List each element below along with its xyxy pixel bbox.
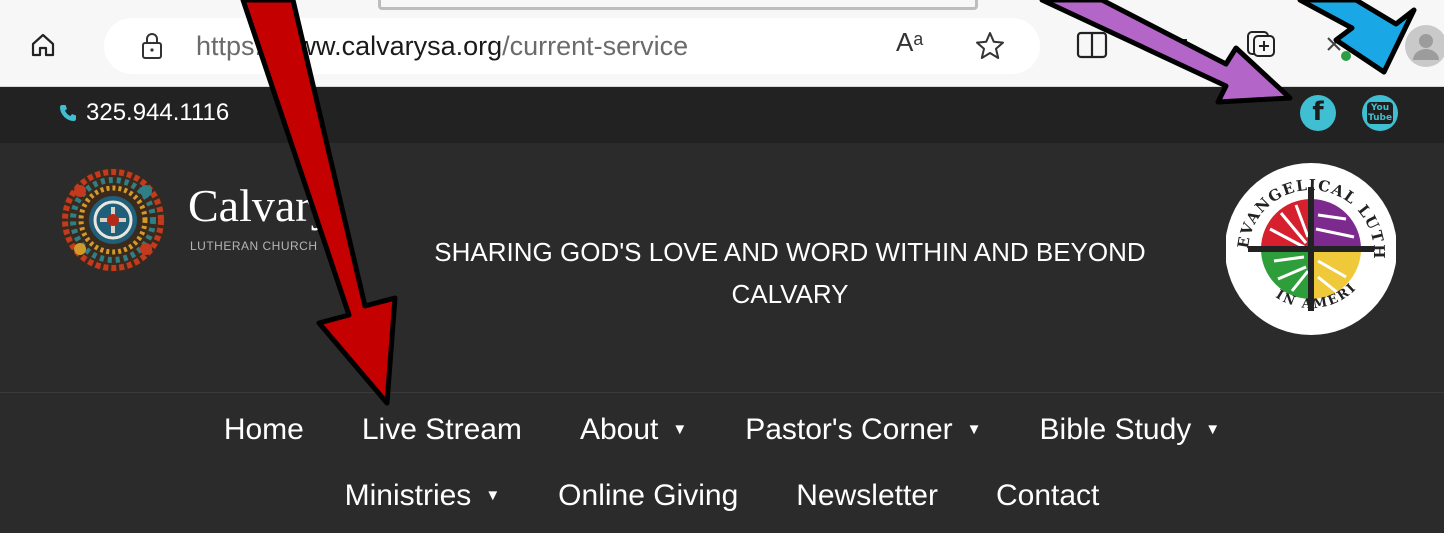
phone-icon bbox=[60, 105, 76, 121]
nav-item-label: Ministries bbox=[344, 479, 472, 512]
profile-icon[interactable] bbox=[1404, 24, 1444, 68]
nav-row: Ministries ▼ Online Giving Newsletter Con… bbox=[0, 479, 1444, 513]
nav-item-newsletter[interactable]: Newsletter bbox=[796, 479, 938, 513]
main-navigation: Home Live Stream About ▼ Pastor's Corner ▼… bbox=[0, 393, 1444, 533]
dropdown-caret-icon[interactable]: ▼ bbox=[967, 421, 982, 438]
phone-number[interactable]: 325.944.1116 bbox=[86, 99, 229, 127]
dropdown-caret-icon[interactable]: ▼ bbox=[672, 421, 687, 438]
youtube-icon[interactable]: You Tube bbox=[1362, 95, 1398, 131]
dropdown-caret-icon[interactable]: ▼ bbox=[1205, 421, 1220, 438]
facebook-glyph: f bbox=[1312, 97, 1324, 127]
youtube-glyph: You Tube bbox=[1367, 102, 1393, 124]
lock-icon[interactable] bbox=[140, 32, 164, 60]
nav-item-home[interactable]: Home bbox=[224, 413, 304, 447]
elca-logo: EVANGELICAL LUTHERAN CHURCH IN AMERICA bbox=[1226, 157, 1396, 335]
church-name[interactable]: Calvary bbox=[188, 179, 334, 232]
url-path: /current-service bbox=[502, 31, 689, 61]
address-bar[interactable]: https://www.calvarysa.org/current-servic… bbox=[104, 18, 1040, 74]
church-subtitle: LUTHERAN CHURCH bbox=[190, 239, 318, 253]
nav-item-label: About bbox=[579, 413, 659, 446]
url-protocol: https bbox=[196, 31, 255, 61]
nav-item-label: Online Giving bbox=[558, 479, 739, 512]
rose-window-logo[interactable] bbox=[58, 161, 168, 279]
nav-item-label: Live Stream bbox=[361, 413, 522, 446]
extensions-icon[interactable] bbox=[1162, 30, 1192, 60]
collections-icon[interactable] bbox=[1244, 26, 1278, 60]
site-top-bar: 325.944.1116 f You Tube bbox=[0, 87, 1444, 143]
browser-toolbar: https://www.calvarysa.org/current-servic… bbox=[0, 0, 1444, 87]
url-separator: :// bbox=[254, 31, 278, 61]
tagline: SHARING GOD'S LOVE AND WORD WITHIN AND B… bbox=[434, 237, 1146, 309]
nav-row: Home Live Stream About ▼ Pastor's Corner ▼… bbox=[0, 413, 1444, 447]
dropdown-caret-icon[interactable]: ▼ bbox=[485, 487, 500, 504]
nav-item-label: Contact bbox=[995, 479, 1100, 512]
nav-item-label: Newsletter bbox=[796, 479, 938, 512]
nav-item-online-giving[interactable]: Online Giving bbox=[558, 479, 738, 513]
nav-item-live-stream[interactable]: Live Stream bbox=[362, 413, 522, 447]
home-icon[interactable] bbox=[30, 32, 56, 58]
browser-essentials-icon[interactable] bbox=[1322, 30, 1356, 64]
nav-item-about[interactable]: About ▼ bbox=[580, 413, 687, 447]
nav-item-bible-study[interactable]: Bible Study ▼ bbox=[1040, 413, 1221, 447]
read-aloud-icon[interactable]: Aᵃ bbox=[896, 27, 923, 58]
favorite-star-icon[interactable] bbox=[974, 30, 1006, 62]
nav-item-pastors-corner[interactable]: Pastor's Corner ▼ bbox=[745, 413, 981, 447]
nav-item-contact[interactable]: Contact bbox=[996, 479, 1099, 513]
split-screen-icon[interactable] bbox=[1076, 30, 1108, 60]
nav-item-label: Pastor's Corner bbox=[745, 413, 953, 446]
url-text[interactable]: https://www.calvarysa.org/current-servic… bbox=[196, 31, 688, 62]
url-domain: www.calvarysa.org bbox=[277, 31, 503, 61]
facebook-icon[interactable]: f bbox=[1300, 95, 1336, 131]
nav-item-label: Bible Study bbox=[1039, 413, 1192, 446]
site-header: Calvary LUTHERAN CHURCH SHARING GOD'S LO… bbox=[0, 143, 1444, 393]
tab-strip-edge bbox=[378, 0, 978, 10]
nav-item-ministries[interactable]: Ministries ▼ bbox=[345, 479, 501, 513]
nav-item-label: Home bbox=[223, 413, 304, 446]
